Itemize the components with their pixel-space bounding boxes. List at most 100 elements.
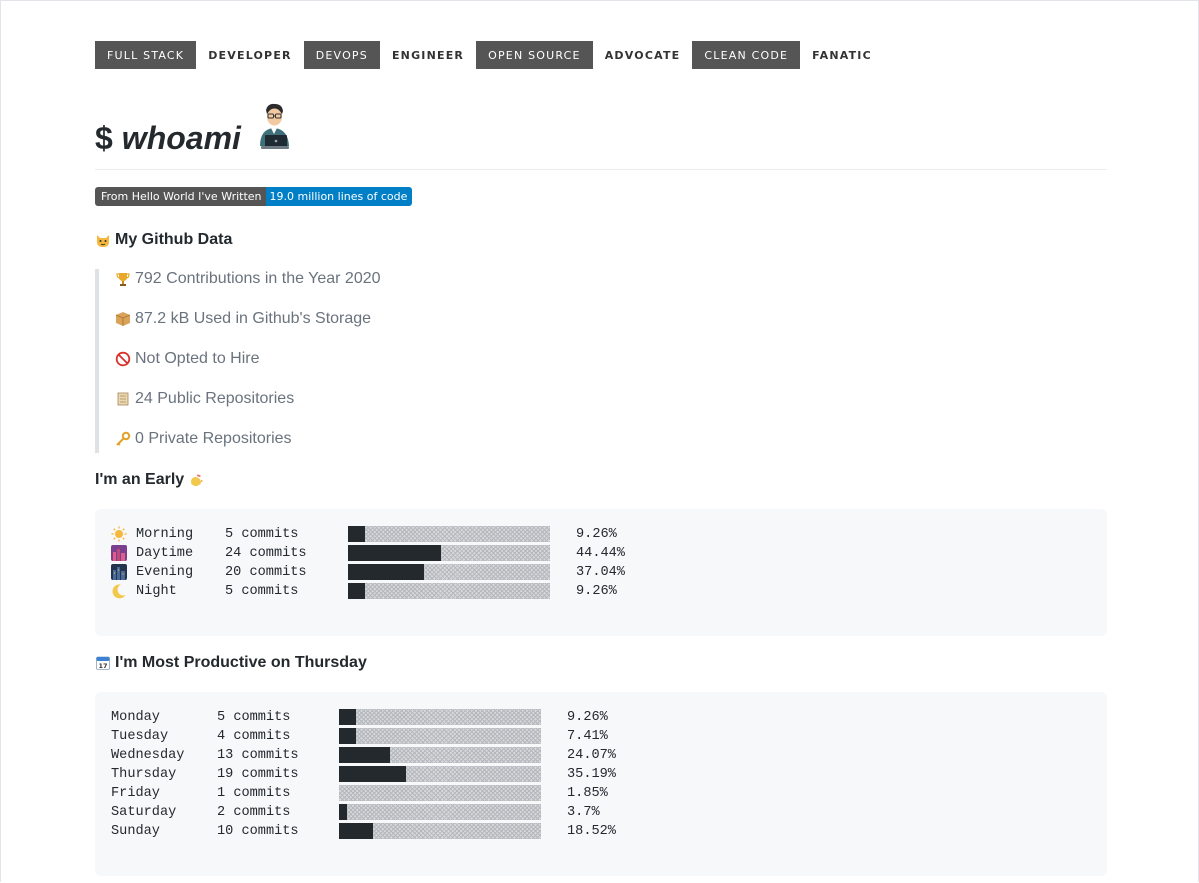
badge-clean-code-fanatic[interactable]: CLEAN CODE FANATIC [692, 41, 872, 69]
city-dusk-icon [111, 545, 127, 566]
row-commits: 4 commits [217, 729, 291, 744]
productive-heading: 17 I'm Most Productive on Thursday [95, 654, 367, 672]
public-repos-item: 24 Public Repositories [115, 389, 294, 409]
progress-bar [348, 564, 550, 580]
progress-bar [339, 728, 541, 744]
badge-devops-engineer[interactable]: DEVOPS ENGINEER [303, 41, 465, 69]
technologist-icon [255, 102, 293, 158]
row-label: Wednesday [111, 748, 185, 763]
progress-bar [339, 747, 541, 763]
row-percent: 9.26% [576, 527, 617, 542]
progress-fill [339, 766, 406, 782]
row-percent: 35.19% [567, 767, 616, 782]
row-label: Daytime [136, 546, 194, 561]
rooster-icon [188, 472, 204, 488]
hire-text: Not Opted to Hire [135, 350, 260, 367]
row-commits: 10 commits [217, 824, 299, 839]
scroll-icon [115, 391, 131, 407]
readme-content: FULL STACK DEVELOPER DEVOPS ENGINEER OPE… [95, 41, 1107, 876]
productive-title: I'm Most Productive on Thursday [115, 654, 367, 671]
badge-right: FANATIC [800, 41, 872, 69]
badge-left: FULL STACK [95, 41, 197, 69]
row-label: Morning [136, 527, 194, 542]
loc-value: 19.0 million lines of code [265, 187, 413, 206]
early-code-block: Morning 5 commits 9.26% Daytime 24 commits 44… [95, 509, 1107, 636]
progress-bar [339, 785, 541, 801]
badge-left: DEVOPS [303, 41, 380, 69]
row-percent: 37.04% [576, 565, 625, 580]
title-badges: FULL STACK DEVELOPER DEVOPS ENGINEER OPE… [95, 41, 1107, 69]
progress-bar [348, 526, 550, 542]
github-data-heading: My Github Data [95, 231, 232, 249]
productive-code-block: Monday 5 commits 9.26% Tuesday 4 commits 7.41… [95, 692, 1107, 876]
row-label: Night [136, 584, 177, 599]
package-icon [115, 311, 131, 327]
row-label: Saturday [111, 805, 177, 820]
key-icon [115, 431, 131, 447]
row-percent: 9.26% [567, 710, 608, 725]
progress-fill [348, 545, 441, 561]
sun-icon [111, 526, 127, 547]
row-label: Thursday [111, 767, 177, 782]
svg-text:17: 17 [98, 662, 107, 670]
progress-fill [339, 709, 356, 725]
row-commits: 20 commits [225, 565, 307, 580]
badge-left: OPEN SOURCE [476, 41, 593, 69]
badge-right: DEVELOPER [196, 41, 292, 69]
row-label: Evening [136, 565, 194, 580]
progress-fill [348, 583, 365, 599]
early-heading: I'm an Early [95, 471, 208, 489]
contributions-item: 792 Contributions in the Year 2020 [115, 269, 381, 289]
row-commits: 5 commits [217, 710, 291, 725]
progress-bar [339, 823, 541, 839]
row-percent: 9.26% [576, 584, 617, 599]
private-repos-text: 0 Private Repositories [135, 430, 292, 447]
row-percent: 18.52% [567, 824, 616, 839]
row-label: Sunday [111, 824, 160, 839]
row-commits: 24 commits [225, 546, 307, 561]
crescent-moon-icon [111, 583, 127, 604]
calendar-icon: 17 [95, 655, 111, 671]
progress-bar [348, 545, 550, 561]
row-commits: 1 commits [217, 786, 291, 801]
row-label: Friday [111, 786, 160, 801]
cat-face-icon [95, 232, 111, 248]
contributions-text: 792 Contributions in the Year 2020 [135, 270, 381, 287]
row-commits: 5 commits [225, 584, 299, 599]
progress-fill [339, 728, 356, 744]
progress-fill [339, 747, 390, 763]
github-data-title: My Github Data [115, 231, 233, 248]
row-commits: 2 commits [217, 805, 291, 820]
progress-fill [339, 804, 347, 820]
row-percent: 1.85% [567, 786, 608, 801]
storage-item: 87.2 kB Used in Github's Storage [115, 309, 371, 329]
row-percent: 3.7% [567, 805, 600, 820]
progress-bar [339, 766, 541, 782]
row-percent: 24.07% [567, 748, 616, 763]
prohibited-icon [115, 351, 131, 367]
progress-bar [339, 804, 541, 820]
early-title: I'm an Early [95, 471, 185, 488]
hire-item: Not Opted to Hire [115, 349, 260, 369]
title-word: whoami [121, 120, 241, 156]
progress-fill [339, 823, 373, 839]
progress-bar [339, 709, 541, 725]
progress-fill [348, 526, 365, 542]
storage-text: 87.2 kB Used in Github's Storage [135, 310, 372, 327]
prompt-symbol: $ [95, 120, 113, 156]
badge-open-source-advocate[interactable]: OPEN SOURCE ADVOCATE [476, 41, 681, 69]
badge-right: ENGINEER [379, 41, 465, 69]
page-title: $ whoami [95, 102, 1107, 170]
lines-of-code-badge[interactable]: From Hello World I've Written 19.0 milli… [95, 187, 413, 206]
badge-full-stack-developer[interactable]: FULL STACK DEVELOPER [95, 41, 292, 69]
trophy-icon [115, 271, 131, 287]
progress-bar [348, 583, 550, 599]
row-commits: 19 commits [217, 767, 299, 782]
public-repos-text: 24 Public Repositories [135, 390, 295, 407]
private-repos-item: 0 Private Repositories [115, 429, 292, 449]
github-data-quote: 792 Contributions in the Year 2020 87.2 … [95, 269, 999, 453]
row-percent: 7.41% [567, 729, 608, 744]
row-label: Tuesday [111, 729, 169, 744]
night-city-icon [111, 564, 127, 585]
loc-label: From Hello World I've Written [95, 187, 266, 206]
